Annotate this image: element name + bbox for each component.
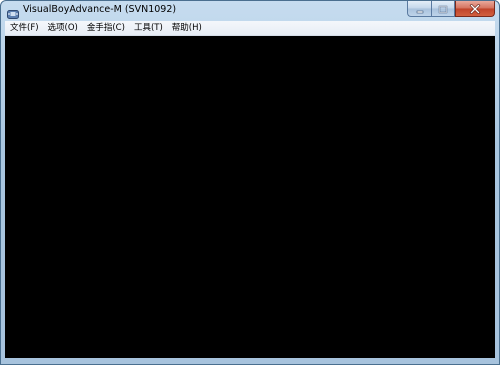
menu-help[interactable]: 帮助(H) xyxy=(167,21,206,35)
title-bar[interactable]: VisualBoyAdvance-M (SVN1092) xyxy=(1,1,499,21)
menu-file[interactable]: 文件(F) xyxy=(5,21,43,35)
menu-tools[interactable]: 工具(T) xyxy=(129,21,167,35)
minimize-icon xyxy=(415,1,425,18)
app-window: VisualBoyAdvance-M (SVN1092) 文件(F) 选项(O)… xyxy=(0,0,500,365)
emulator-display[interactable] xyxy=(5,36,495,358)
gba-app-icon[interactable] xyxy=(7,5,19,19)
maximize-icon xyxy=(438,1,448,18)
menu-options[interactable]: 选项(O) xyxy=(43,21,82,35)
maximize-button[interactable] xyxy=(431,1,455,17)
close-icon xyxy=(469,1,481,18)
caption-buttons xyxy=(407,1,495,17)
close-button[interactable] xyxy=(455,1,495,17)
window-title: VisualBoyAdvance-M (SVN1092) xyxy=(23,4,177,15)
minimize-button[interactable] xyxy=(407,1,431,17)
menu-bar: 文件(F) 选项(O) 金手指(C) 工具(T) 帮助(H) xyxy=(5,21,495,36)
window-bottom-border[interactable] xyxy=(1,358,499,364)
menu-cheats[interactable]: 金手指(C) xyxy=(82,21,129,35)
